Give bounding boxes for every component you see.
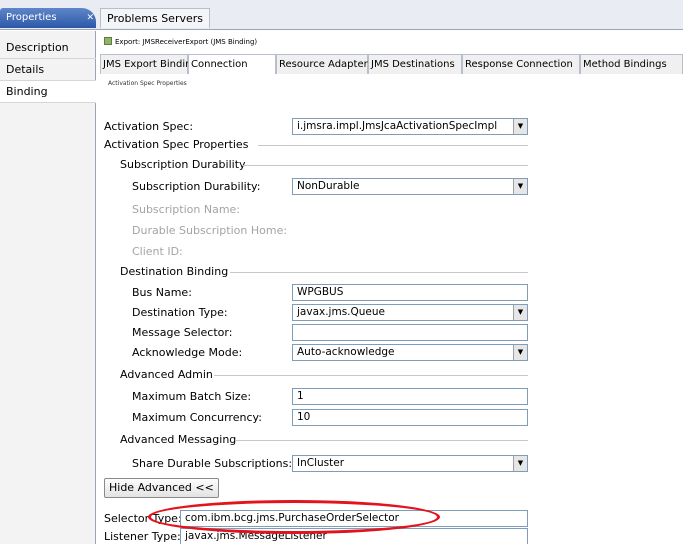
client-id-label: Client ID: [132, 245, 183, 258]
chevron-down-icon[interactable]: ▼ [513, 345, 527, 360]
selector-type-value: com.ibm.bcg.jms.PurchaseOrderSelector [185, 512, 399, 524]
acknowledge-mode-combo[interactable]: Auto-acknowledge ▼ [292, 344, 528, 361]
subscription-durability-group: Subscription Durability [120, 158, 246, 171]
group-divider [236, 440, 528, 441]
chevron-down-icon[interactable]: ▼ [513, 456, 527, 471]
tab-label: Resource Adapter [279, 59, 368, 70]
listener-type-value: javax.jms.MessageListener [185, 530, 327, 542]
tab-problems-servers[interactable]: Problems Servers [100, 8, 210, 28]
export-icon [104, 37, 112, 45]
tab-connection[interactable]: Connection [188, 54, 276, 74]
hide-advanced-button[interactable]: Hide Advanced << [104, 478, 219, 498]
tab-jms-export-binding[interactable]: JMS Export Binding [100, 54, 198, 74]
export-title-text: Export: JMSReceiverExport (JMS Binding) [115, 38, 258, 46]
chevron-down-icon[interactable]: ▼ [513, 119, 527, 134]
sidebar-item-details[interactable]: Details [0, 59, 96, 81]
activation-spec-properties-group: Activation Spec Properties [104, 138, 249, 151]
group-divider [230, 272, 528, 273]
sidebar-item-description[interactable]: Description [0, 37, 96, 59]
export-title: Export: JMSReceiverExport (JMS Binding) [104, 37, 257, 46]
destination-type-combo[interactable]: javax.jms.Queue ▼ [292, 304, 528, 321]
destination-type-value: javax.jms.Queue [297, 306, 385, 318]
tab-resource-adapter[interactable]: Resource Adapter [276, 54, 368, 74]
listener-type-field[interactable]: javax.jms.MessageListener [180, 528, 528, 544]
message-selector-field[interactable] [292, 324, 528, 341]
tab-label: JMS Destinations [371, 59, 455, 70]
properties-sidebar: Description Details Binding [0, 31, 96, 544]
destination-type-label: Destination Type: [132, 306, 228, 319]
subscription-durability-value: NonDurable [297, 180, 360, 192]
binding-subtabs: JMS Export Binding Connection Resource A… [100, 54, 683, 74]
group-divider [242, 165, 528, 166]
chevron-down-icon[interactable]: ▼ [513, 305, 527, 320]
share-durable-subscriptions-label: Share Durable Subscriptions: [132, 457, 293, 470]
bus-name-label: Bus Name: [132, 286, 192, 299]
sidebar-item-label: Binding [6, 85, 48, 98]
tab-method-bindings[interactable]: Method Bindings [580, 54, 683, 74]
message-selector-label: Message Selector: [132, 326, 233, 339]
activation-spec-value: i.jmsra.impl.JmsJcaActivationSpecImpl [297, 120, 498, 132]
max-batch-size-value: 1 [297, 390, 304, 402]
chevron-down-icon[interactable]: ▼ [513, 179, 527, 194]
group-divider [214, 375, 528, 376]
subscription-durability-combo[interactable]: NonDurable ▼ [292, 178, 528, 195]
tab-properties-label: Properties [6, 12, 57, 23]
listener-type-label: Listener Type: [104, 530, 181, 543]
subscription-name-label: Subscription Name: [132, 203, 241, 216]
selector-type-field[interactable]: com.ibm.bcg.jms.PurchaseOrderSelector [180, 510, 528, 527]
tab-close-icon[interactable]: ✕ [86, 8, 94, 28]
tab-jms-destinations[interactable]: JMS Destinations [368, 54, 462, 74]
activation-spec-label: Activation Spec: [104, 120, 194, 133]
tab-response-connection[interactable]: Response Connection [462, 54, 580, 74]
view-tab-bar: Properties ✕ Problems Servers [0, 0, 683, 30]
tab-label: Method Bindings [583, 59, 667, 70]
subscription-durability-label: Subscription Durability: [132, 180, 261, 193]
tab-properties[interactable]: Properties ✕ [0, 8, 96, 28]
max-concurrency-value: 10 [297, 411, 311, 423]
tab-label: Response Connection [465, 59, 573, 70]
max-batch-size-label: Maximum Batch Size: [132, 390, 252, 403]
tab-problems-label: Problems Servers [107, 12, 204, 25]
max-concurrency-field[interactable]: 10 [292, 409, 528, 426]
section-title: Activation Spec Properties [108, 80, 187, 87]
advanced-messaging-group: Advanced Messaging [120, 433, 237, 446]
activation-spec-combo[interactable]: i.jmsra.impl.JmsJcaActivationSpecImpl ▼ [292, 118, 528, 135]
durable-subscription-home-label: Durable Subscription Home: [132, 224, 288, 237]
share-durable-subscriptions-value: InCluster [297, 457, 345, 469]
tab-label: JMS Export Binding [103, 59, 198, 70]
advanced-admin-group: Advanced Admin [120, 368, 213, 381]
sidebar-item-label: Description [6, 41, 69, 54]
acknowledge-mode-value: Auto-acknowledge [297, 346, 395, 358]
share-durable-subscriptions-combo[interactable]: InCluster ▼ [292, 455, 528, 472]
selector-type-label: Selector Type: [104, 512, 182, 525]
acknowledge-mode-label: Acknowledge Mode: [132, 346, 243, 359]
sidebar-item-binding[interactable]: Binding [0, 81, 96, 103]
max-batch-size-field[interactable]: 1 [292, 388, 528, 405]
group-divider [258, 145, 528, 146]
tab-label: Connection [191, 59, 248, 70]
destination-binding-group: Destination Binding [120, 265, 229, 278]
bus-name-field[interactable]: WPGBUS [292, 284, 528, 301]
bus-name-value: WPGBUS [297, 286, 344, 298]
sidebar-item-label: Details [6, 63, 45, 76]
max-concurrency-label: Maximum Concurrency: [132, 411, 262, 424]
